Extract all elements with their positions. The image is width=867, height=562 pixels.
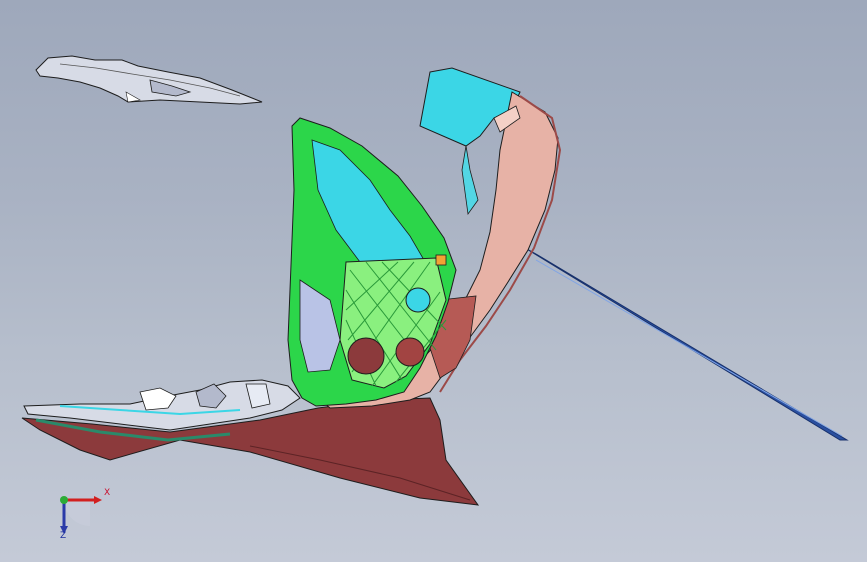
axis-x-label: X (104, 488, 111, 498)
axis-z-label: Z (60, 531, 67, 541)
floating-gray-part[interactable] (35, 55, 263, 105)
axis-triad (60, 496, 102, 534)
cad-model-scene[interactable] (0, 0, 867, 562)
cad-3d-viewport[interactable]: X Z (0, 0, 867, 562)
blue-rod[interactable] (524, 247, 849, 441)
axis-y-dot (60, 496, 68, 504)
